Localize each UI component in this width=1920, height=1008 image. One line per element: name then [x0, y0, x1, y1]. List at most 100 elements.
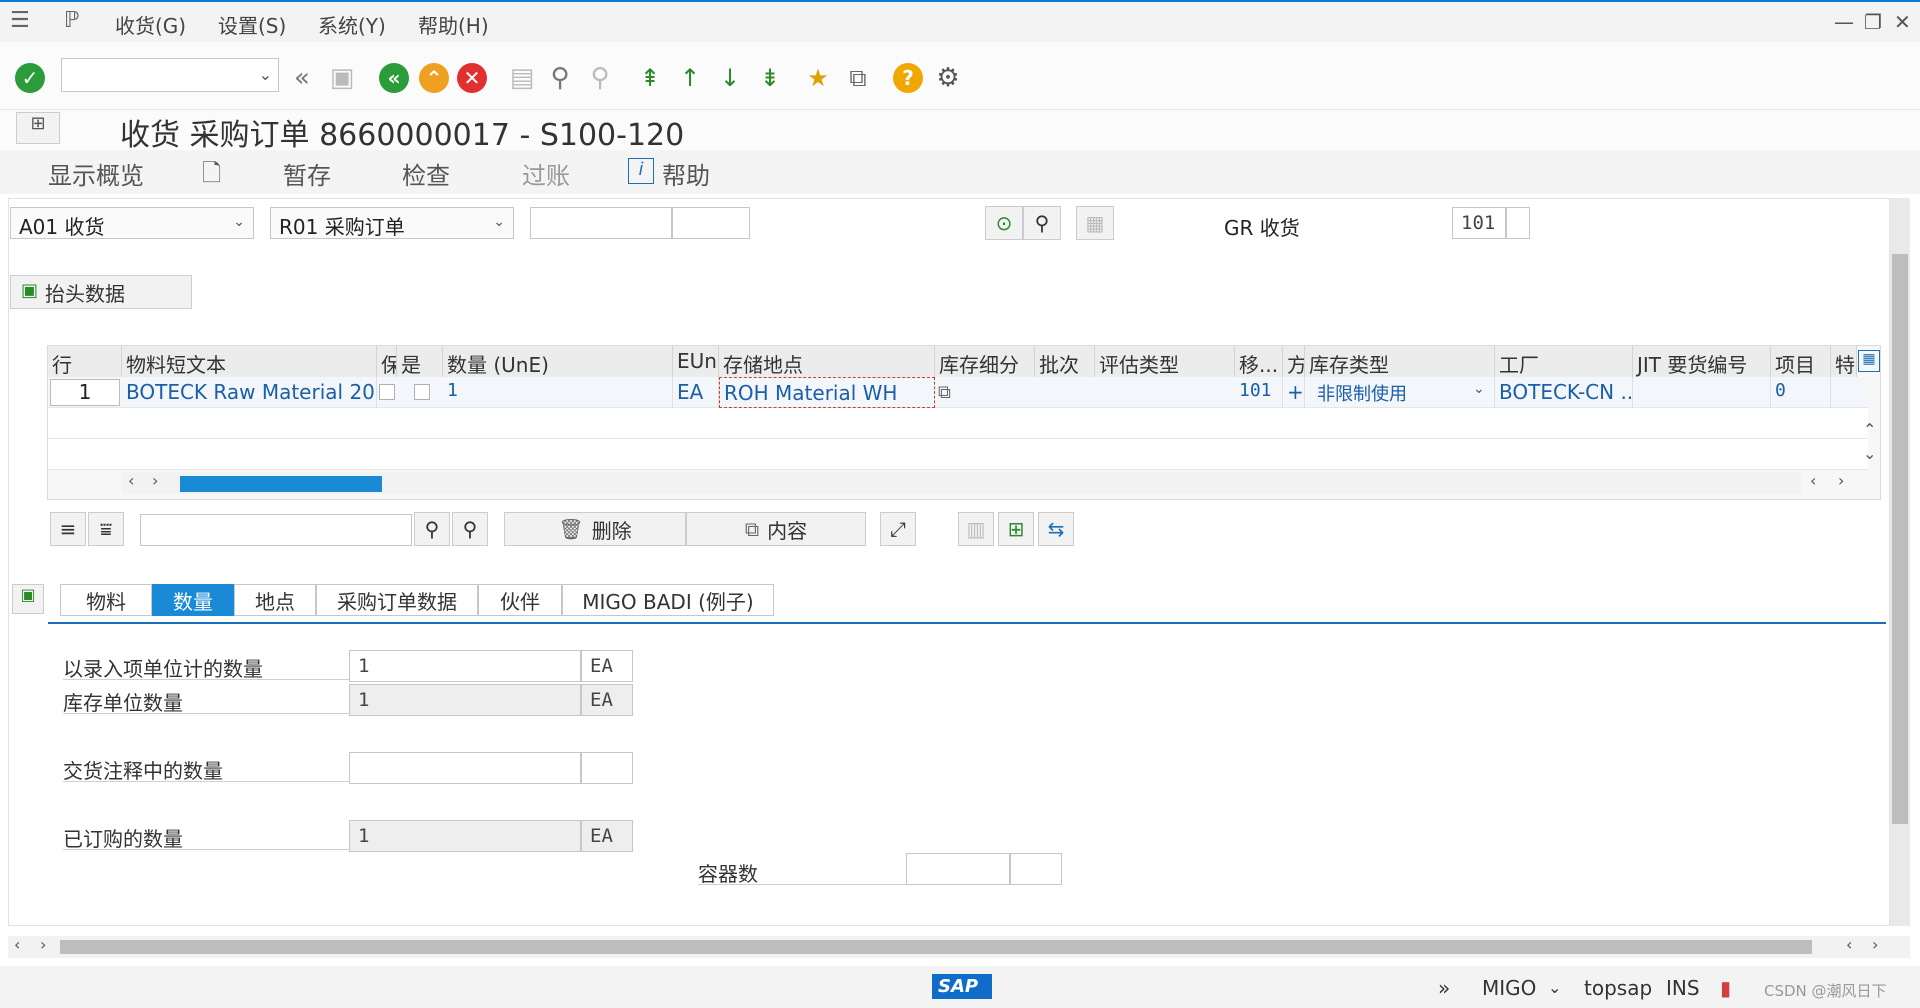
main-horizontal-scrollbar[interactable]: ‹ › ‹ › — [8, 935, 1910, 958]
command-field[interactable]: ⌄ — [61, 58, 279, 92]
new-document-icon[interactable]: 🗋 — [202, 156, 221, 197]
scroll-left-icon[interactable]: ‹ — [14, 935, 20, 954]
col-plant[interactable]: 工厂 — [1495, 346, 1633, 377]
help-icon[interactable]: ? — [892, 62, 924, 94]
create-session-icon[interactable]: ★ — [802, 62, 834, 94]
chevron-down-icon[interactable]: ⌄ — [1548, 978, 1561, 997]
scroll-right-icon[interactable]: › — [40, 935, 46, 954]
col-item-ok[interactable]: 保 — [377, 346, 397, 377]
col-quantity[interactable]: 数量 (UnE) — [443, 346, 673, 377]
scroll-left-icon[interactable]: ‹ — [1846, 935, 1852, 954]
row-item[interactable]: 0 — [1771, 377, 1831, 408]
row-line-number[interactable]: 1 — [50, 379, 120, 406]
containers-unit-input[interactable] — [1010, 853, 1062, 885]
add-row-icon[interactable]: ⊞ — [998, 512, 1034, 546]
tab-location[interactable]: 地点 — [234, 584, 316, 616]
expand-status-icon[interactable]: » — [1438, 976, 1450, 1000]
customize-icon[interactable]: ℙ — [64, 8, 79, 33]
input-mode[interactable]: INS — [1666, 976, 1700, 1000]
scroll-up-icon[interactable]: ⌃ — [1863, 420, 1876, 439]
table-row[interactable] — [48, 439, 1868, 470]
print-icon[interactable]: ▤ — [506, 62, 538, 94]
col-direction[interactable]: 方 — [1283, 346, 1305, 377]
reference-dropdown[interactable]: R01 采购订单 ⌄ — [270, 207, 514, 239]
column-settings-icon[interactable]: ▦ — [1858, 350, 1880, 372]
menu-help[interactable]: 帮助(H) — [418, 10, 489, 39]
info-icon[interactable]: i — [628, 158, 654, 184]
scroll-right-icon[interactable]: › — [1838, 471, 1844, 490]
content-button[interactable]: ⧉ 内容 — [686, 512, 866, 546]
col-item[interactable]: 项目 — [1771, 346, 1831, 377]
grid-horizontal-scrollbar[interactable]: ‹ › — [122, 471, 1802, 494]
calculator-icon[interactable]: ▦ — [1076, 206, 1114, 240]
restore-icon[interactable]: ❐ — [1864, 10, 1882, 34]
find-icon[interactable]: ⚲ — [544, 62, 576, 94]
action-dropdown[interactable]: A01 收货 ⌄ — [10, 207, 254, 239]
find-next-icon[interactable]: ⚲ — [584, 62, 616, 94]
col-valuation-type[interactable]: 评估类型 — [1095, 346, 1235, 377]
scroll-thumb[interactable] — [1892, 254, 1908, 824]
tab-quantity[interactable]: 数量 — [152, 584, 234, 616]
chevron-down-icon[interactable]: ⌄ — [259, 65, 272, 84]
col-special[interactable]: 特 — [1831, 346, 1857, 377]
menu-goods-receipt[interactable]: 收货(G) — [115, 10, 186, 39]
transfer-icon[interactable]: ⇆ — [1038, 512, 1074, 546]
document-item-input[interactable] — [672, 207, 750, 239]
yes-checkbox[interactable] — [414, 384, 430, 400]
row-quantity[interactable]: 1 — [443, 377, 673, 408]
fullscreen-icon[interactable]: ⤢ — [880, 512, 916, 546]
movement-type-extra-input[interactable] — [1506, 207, 1530, 239]
align-icon[interactable]: ≡ — [50, 512, 86, 546]
previous-page-icon[interactable]: ↑ — [674, 62, 706, 94]
find-next-icon[interactable]: ⚲ — [452, 512, 488, 546]
col-yes[interactable]: 是 — [397, 346, 443, 377]
tab-migo-badi[interactable]: MIGO BADI (例子) — [562, 584, 774, 616]
screen-menu-icon[interactable]: ⊞ — [16, 112, 60, 144]
copy-icon[interactable]: ⧉ — [938, 382, 951, 403]
col-stock-type[interactable]: 库存类型 — [1305, 346, 1495, 377]
first-page-icon[interactable]: ⇞ — [634, 62, 666, 94]
filter-icon[interactable]: ⩸ — [88, 512, 124, 546]
row-storage-location[interactable]: ROH Material WH — [719, 377, 935, 408]
col-storage-location[interactable]: 存储地点 — [719, 346, 935, 377]
row-jit-number[interactable] — [1633, 377, 1771, 408]
back-icon[interactable]: « — [378, 62, 410, 94]
close-icon[interactable]: ✕ — [1894, 10, 1911, 34]
table-row[interactable]: 1 BOTECK Raw Material 20 1 EA ROH Materi… — [48, 377, 1868, 408]
col-jit-number[interactable]: JIT 要货编号 — [1633, 346, 1771, 377]
collapse-toolbar-icon[interactable]: « — [286, 62, 318, 94]
col-movement[interactable]: 移... — [1235, 346, 1283, 377]
row-direction[interactable]: + — [1283, 377, 1305, 408]
vertical-scrollbar[interactable] — [1890, 198, 1910, 926]
col-material-text[interactable]: 物料短文本 — [122, 346, 377, 377]
scroll-left-icon[interactable]: ‹ — [128, 471, 134, 490]
create-shortcut-icon[interactable]: ⧉ — [842, 62, 874, 94]
scroll-right-icon[interactable]: › — [1872, 935, 1878, 954]
scroll-thumb[interactable] — [60, 940, 1812, 954]
col-line[interactable]: 行 — [48, 346, 122, 377]
tab-partner[interactable]: 伙伴 — [478, 584, 562, 616]
check-button[interactable]: 检查 — [402, 156, 450, 191]
row-movement[interactable]: 101 — [1235, 377, 1283, 408]
col-unit[interactable]: EUn — [673, 346, 719, 377]
menu-settings[interactable]: 设置(S) — [218, 10, 286, 39]
execute-icon[interactable]: ⊙ — [985, 206, 1023, 240]
scroll-thumb[interactable] — [180, 476, 382, 492]
cancel-icon[interactable]: ✕ — [456, 62, 488, 94]
delivery-note-unit-input[interactable] — [581, 752, 633, 784]
last-page-icon[interactable]: ⇟ — [754, 62, 786, 94]
save-icon[interactable]: ▣ — [326, 62, 358, 94]
help-button[interactable]: 帮助 — [662, 156, 710, 191]
table-row[interactable] — [48, 408, 1868, 439]
overview-button[interactable]: 显示概览 — [48, 156, 144, 191]
scroll-left-icon[interactable]: ‹ — [1810, 471, 1816, 490]
lock-icon[interactable]: ▥ — [958, 512, 994, 546]
next-page-icon[interactable]: ↓ — [714, 62, 746, 94]
gear-icon[interactable]: ⚙ — [932, 62, 964, 94]
post-button[interactable]: 过账 — [522, 156, 570, 191]
col-batch[interactable]: 批次 — [1035, 346, 1095, 377]
chevron-down-icon[interactable]: ⌄ — [1473, 381, 1485, 397]
scroll-right-icon[interactable]: › — [152, 471, 158, 490]
find-icon[interactable]: ⚲ — [414, 512, 450, 546]
grid-search-input[interactable] — [140, 514, 412, 546]
